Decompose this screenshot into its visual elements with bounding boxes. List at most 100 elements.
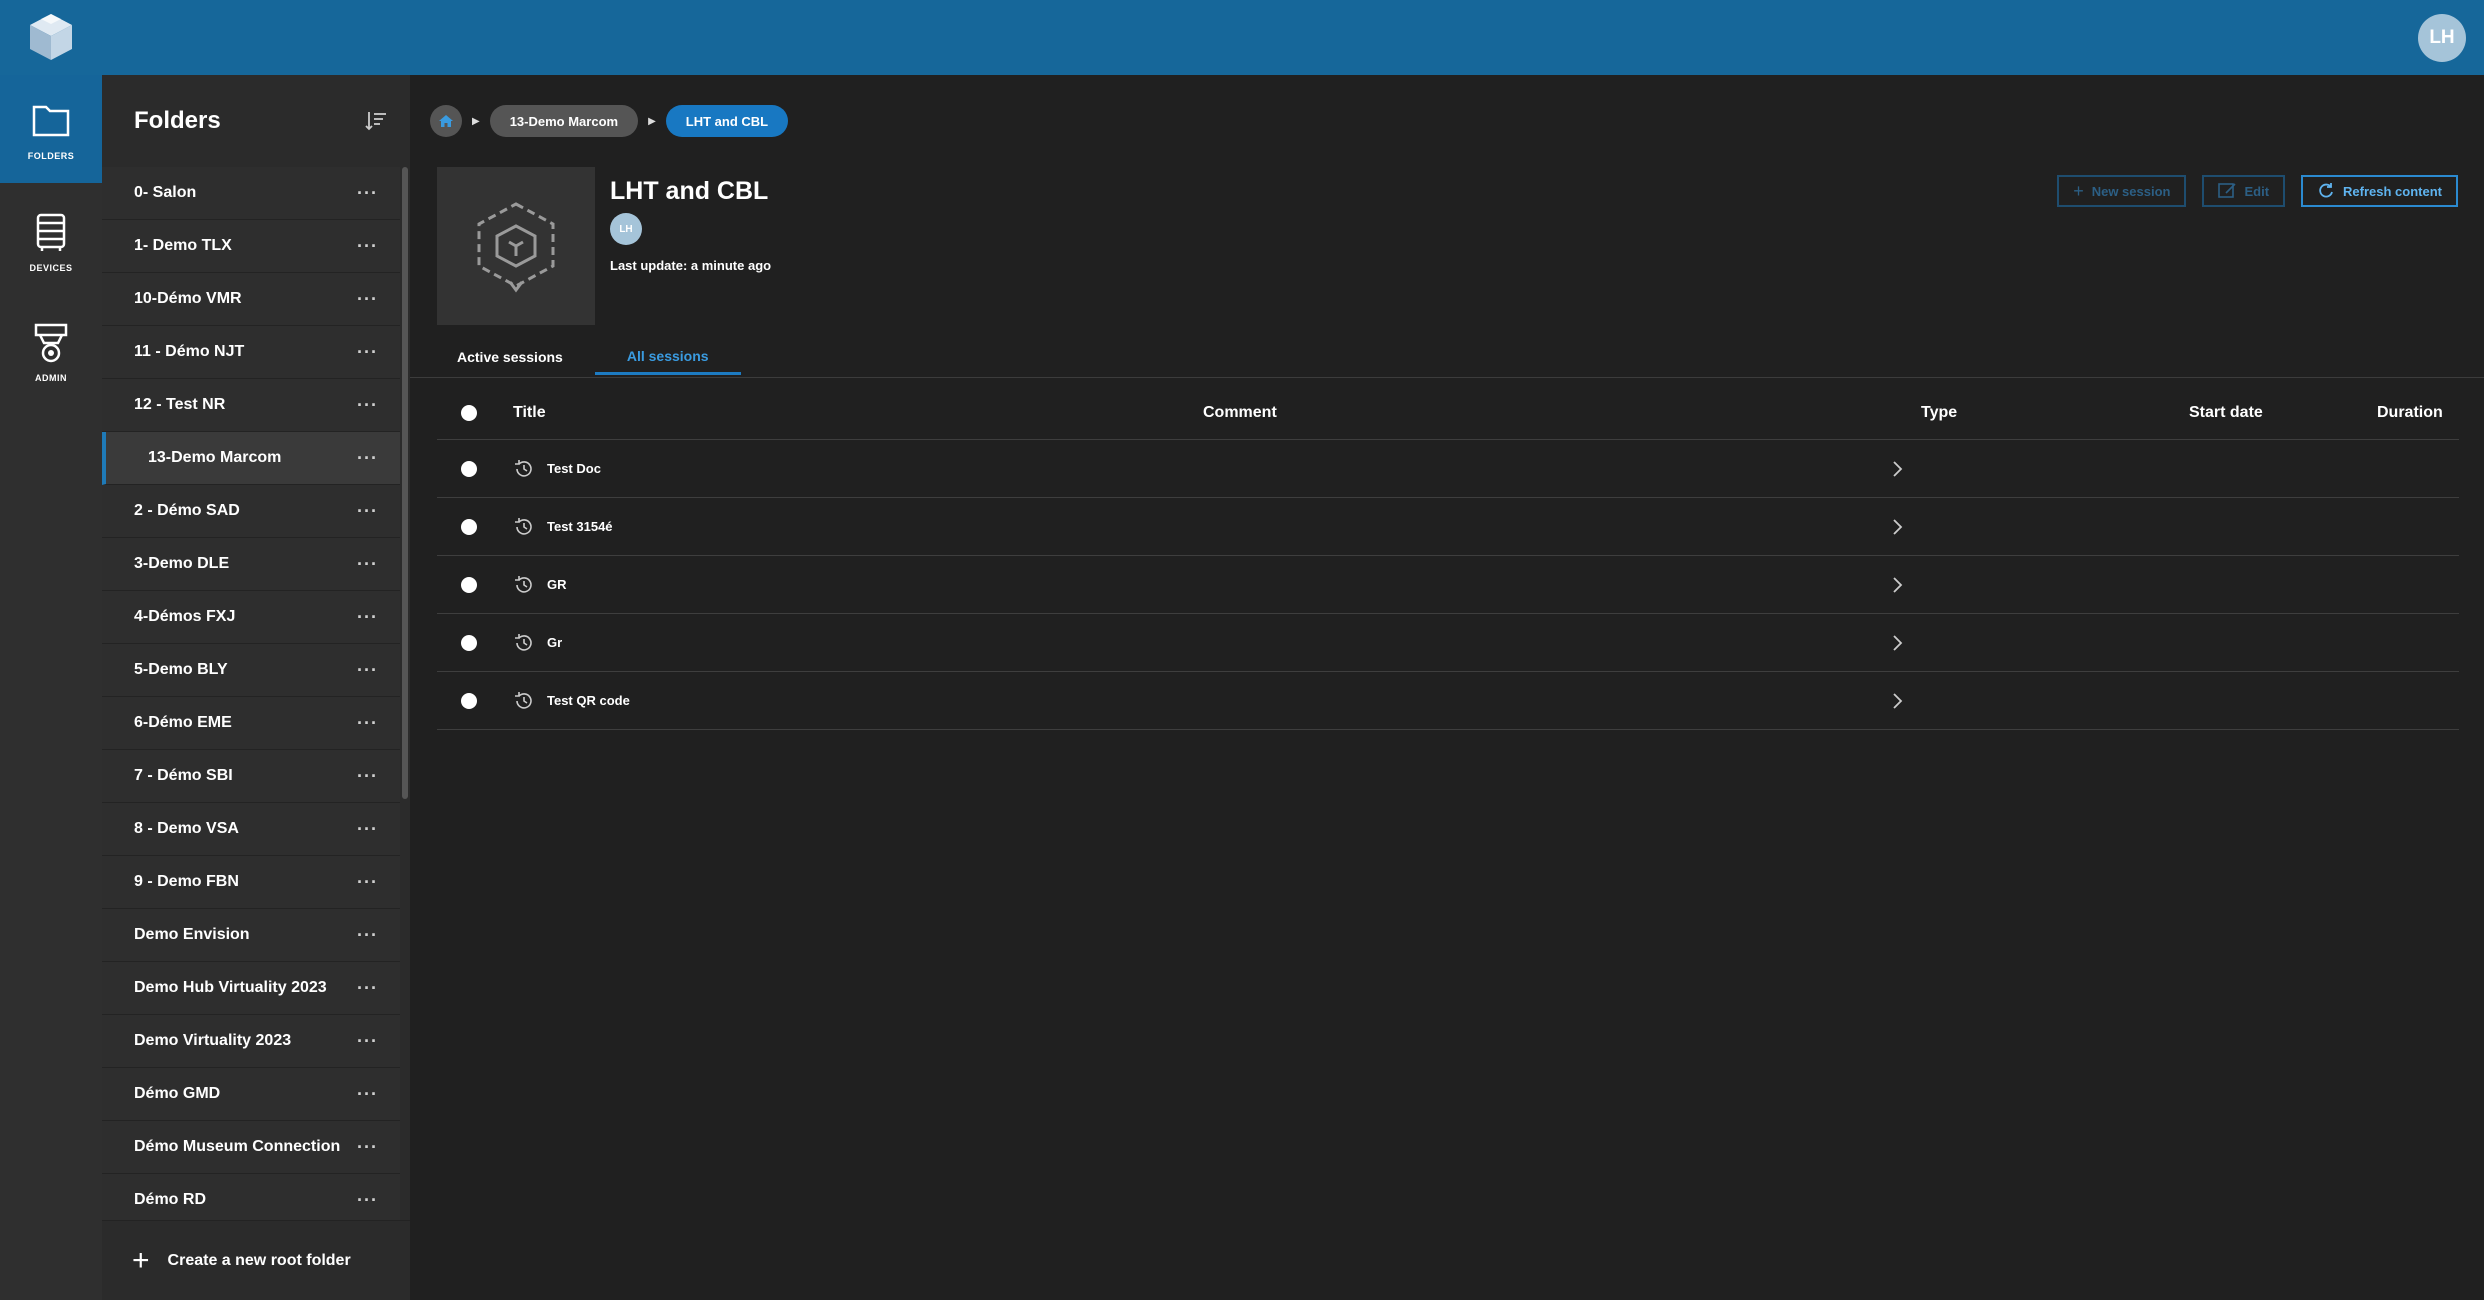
session-title: Test QR code	[547, 693, 630, 708]
sort-icon[interactable]	[364, 109, 388, 133]
rail-item-devices[interactable]: DEVICES	[0, 187, 102, 295]
column-start-date[interactable]: Start date	[2189, 404, 2263, 422]
folder-item[interactable]: 9 - Demo FBN ···	[102, 856, 400, 909]
user-avatar[interactable]: LH	[2418, 14, 2466, 62]
folder-item[interactable]: Demo Virtuality 2023 ···	[102, 1015, 400, 1068]
table-row[interactable]: Test 3154é	[437, 498, 2459, 556]
select-all-radio[interactable]	[461, 404, 477, 421]
more-options-icon[interactable]: ···	[357, 819, 378, 840]
rail-item-admin[interactable]: ADMIN	[0, 297, 102, 405]
folder-item[interactable]: 11 - Démo NJT ···	[102, 326, 400, 379]
create-root-folder-label: Create a new root folder	[167, 1251, 351, 1269]
tab-active-sessions[interactable]: Active sessions	[437, 339, 583, 375]
folder-item[interactable]: 12 - Test NR ···	[102, 379, 400, 432]
folder-item[interactable]: 4-Démos FXJ ···	[102, 591, 400, 644]
chevron-right-icon[interactable]	[1887, 459, 1907, 479]
breadcrumb-current[interactable]: LHT and CBL	[665, 105, 789, 137]
more-options-icon[interactable]: ···	[357, 183, 378, 204]
more-options-icon[interactable]: ···	[357, 1190, 378, 1211]
more-options-icon[interactable]: ···	[357, 501, 378, 522]
app-logo-icon[interactable]	[24, 10, 78, 64]
folder-item[interactable]: 3-Demo DLE ···	[102, 538, 400, 591]
more-options-icon[interactable]: ···	[357, 1137, 378, 1158]
folder-item[interactable]: 6-Démo EME ···	[102, 697, 400, 750]
column-comment[interactable]: Comment	[1203, 404, 1277, 422]
row-select-radio[interactable]	[461, 460, 477, 477]
session-title: Gr	[547, 635, 563, 650]
table-row[interactable]: Test Doc	[437, 440, 2459, 498]
column-title[interactable]: Title	[513, 404, 546, 422]
folder-item[interactable]: 10-Démo VMR ···	[102, 273, 400, 326]
folder-icon	[32, 105, 70, 137]
table-row[interactable]: GR	[437, 556, 2459, 614]
more-options-icon[interactable]: ···	[357, 236, 378, 257]
more-options-icon[interactable]: ···	[357, 342, 378, 363]
folder-item[interactable]: 8 - Demo VSA ···	[102, 803, 400, 856]
folder-item[interactable]: 1- Demo TLX ···	[102, 220, 400, 273]
more-options-icon[interactable]: ···	[357, 554, 378, 575]
tab-all-sessions[interactable]: All sessions	[594, 339, 741, 375]
table-row[interactable]: Test QR code	[437, 672, 2459, 730]
session-title: GR	[547, 577, 567, 592]
table-header: Title Comment Type Start date Duration	[437, 386, 2459, 440]
owner-avatar[interactable]: LH	[610, 213, 642, 245]
folder-item-label: Démo GMD	[134, 1085, 221, 1102]
row-select-radio[interactable]	[461, 634, 477, 651]
more-options-icon[interactable]: ···	[357, 395, 378, 416]
folder-item-label: 13-Demo Marcom	[148, 449, 282, 466]
folder-item[interactable]: 13-Demo Marcom ···	[102, 432, 400, 485]
folder-item[interactable]: Démo GMD ···	[102, 1068, 400, 1121]
folder-item[interactable]: 0- Salon ···	[102, 167, 400, 220]
session-title: Test 3154é	[547, 519, 613, 534]
package-icon	[477, 202, 555, 293]
row-select-radio[interactable]	[461, 692, 477, 709]
more-options-icon[interactable]: ···	[357, 1084, 378, 1105]
breadcrumb-home[interactable]	[430, 105, 462, 137]
rail-label: ADMIN	[35, 373, 67, 383]
edit-button[interactable]: Edit	[2202, 175, 2286, 207]
folder-item[interactable]: 7 - Démo SBI ···	[102, 750, 400, 803]
folder-scrollbar[interactable]	[400, 167, 410, 1237]
chevron-right-icon[interactable]	[1887, 517, 1907, 537]
column-duration[interactable]: Duration	[2377, 404, 2443, 422]
folder-item-label: 11 - Démo NJT	[134, 343, 245, 360]
breadcrumb-parent[interactable]: 13-Demo Marcom	[489, 105, 639, 137]
row-select-radio[interactable]	[461, 518, 477, 535]
chevron-right-icon[interactable]	[1887, 575, 1907, 595]
more-options-icon[interactable]: ···	[357, 872, 378, 893]
more-options-icon[interactable]: ···	[357, 925, 378, 946]
more-options-icon[interactable]: ···	[357, 1031, 378, 1052]
new-session-button[interactable]: + New session	[2057, 175, 2187, 207]
create-root-folder-button[interactable]: + Create a new root folder	[102, 1220, 410, 1300]
refresh-content-button[interactable]: Refresh content	[2301, 175, 2458, 207]
scroll-thumb[interactable]	[402, 167, 408, 799]
edit-label: Edit	[2244, 183, 2270, 199]
top-bar: LH	[0, 0, 2484, 75]
breadcrumb-separator-icon: ▶	[648, 115, 656, 127]
rail-item-folders[interactable]: FOLDERS	[0, 75, 102, 183]
column-type[interactable]: Type	[1921, 404, 1957, 422]
folder-item[interactable]: 2 - Démo SAD ···	[102, 485, 400, 538]
folder-item[interactable]: Démo Museum Connection ···	[102, 1121, 400, 1174]
session-title-cell: GR	[513, 574, 567, 596]
tabs-divider	[410, 377, 2484, 378]
folder-item[interactable]: Demo Hub Virtuality 2023 ···	[102, 962, 400, 1015]
more-options-icon[interactable]: ···	[357, 607, 378, 628]
more-options-icon[interactable]: ···	[357, 289, 378, 310]
plus-icon: +	[2073, 180, 2084, 201]
history-icon	[515, 575, 532, 593]
folder-item[interactable]: 5-Demo BLY ···	[102, 644, 400, 697]
more-options-icon[interactable]: ···	[357, 766, 378, 787]
folder-item[interactable]: Demo Envision ···	[102, 909, 400, 962]
more-options-icon[interactable]: ···	[357, 660, 378, 681]
history-icon	[515, 633, 532, 651]
row-select-radio[interactable]	[461, 576, 477, 593]
folder-list: 0- Salon ··· 1- Demo TLX ··· 10-Démo VMR ··· 1…	[102, 167, 400, 1237]
table-row[interactable]: Gr	[437, 614, 2459, 672]
chevron-right-icon[interactable]	[1887, 633, 1907, 653]
more-options-icon[interactable]: ···	[357, 978, 378, 999]
chevron-right-icon[interactable]	[1887, 691, 1907, 711]
more-options-icon[interactable]: ···	[357, 713, 378, 734]
folder-item-label: 6-Démo EME	[134, 714, 232, 731]
more-options-icon[interactable]: ···	[357, 448, 378, 469]
